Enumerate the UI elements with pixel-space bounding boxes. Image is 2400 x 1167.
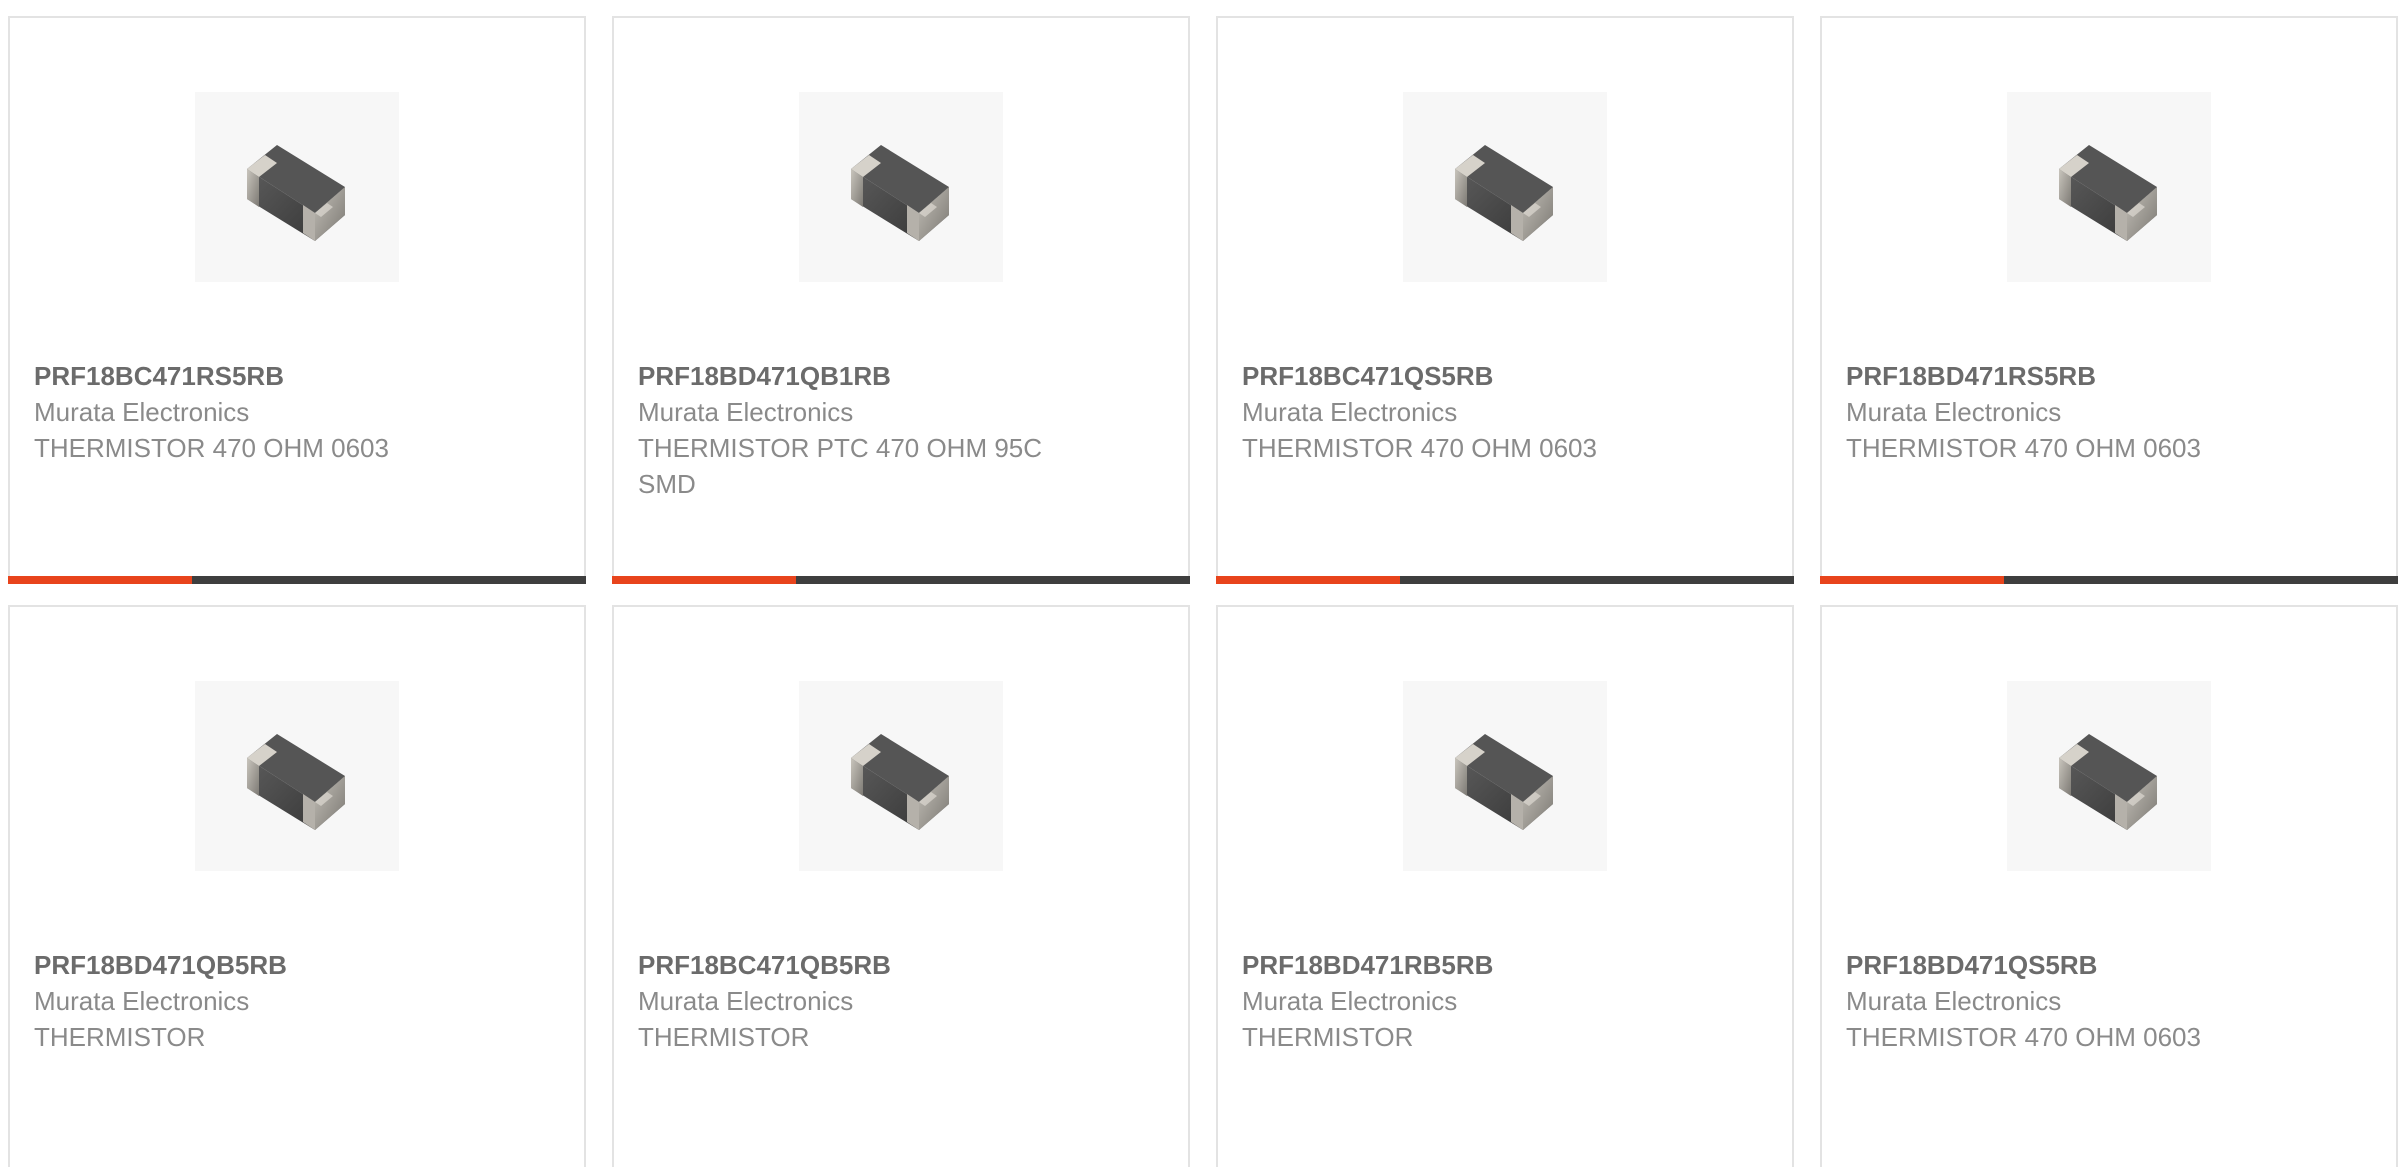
description-text: THERMISTOR	[1242, 1022, 1414, 1052]
product-info: PRF18BC471RS5RB Murata Electronics THERM…	[34, 358, 464, 466]
part-number-link[interactable]: PRF18BC471RS5RB	[34, 358, 464, 394]
part-number-link[interactable]: PRF18BD471QB5RB	[34, 947, 464, 983]
product-card[interactable]: PRF18BC471QS5RB Murata Electronics THERM…	[1216, 16, 1794, 584]
card-accent-bar	[1216, 576, 1400, 584]
product-card[interactable]: PRF18BD471QB5RB Murata Electronics THERM…	[8, 605, 586, 1167]
smd-chip-thermistor-icon	[247, 734, 345, 830]
smd-chip-thermistor-icon	[1455, 145, 1553, 241]
part-number-link[interactable]: PRF18BD471RS5RB	[1846, 358, 2276, 394]
smd-chip-thermistor-icon	[2059, 145, 2157, 241]
product-image[interactable]	[1403, 92, 1607, 282]
part-number-link[interactable]: PRF18BD471RB5RB	[1242, 947, 1672, 983]
description-text: THERMISTOR PTC 470 OHM 95C SMD	[638, 433, 1043, 499]
card-accent-bar	[612, 576, 796, 584]
manufacturer-text: Murata Electronics	[1846, 397, 2062, 427]
smd-chip-thermistor-icon	[247, 145, 345, 241]
product-card[interactable]: PRF18BC471QB5RB Murata Electronics THERM…	[612, 605, 1190, 1167]
product-card[interactable]: PRF18BD471QS5RB Murata Electronics THERM…	[1820, 605, 2398, 1167]
product-image[interactable]	[195, 92, 399, 282]
product-info: PRF18BD471RB5RB Murata Electronics THERM…	[1242, 947, 1672, 1055]
card-footer-bar	[1820, 576, 2398, 584]
product-image[interactable]	[2007, 92, 2211, 282]
product-info: PRF18BD471QB1RB Murata Electronics THERM…	[638, 358, 1068, 502]
card-accent-bar	[8, 576, 192, 584]
smd-chip-thermistor-icon	[2059, 734, 2157, 830]
part-number-link[interactable]: PRF18BC471QS5RB	[1242, 358, 1672, 394]
manufacturer-text: Murata Electronics	[34, 397, 250, 427]
card-footer-bar	[612, 576, 1190, 584]
card-footer-bar	[8, 576, 586, 584]
manufacturer-text: Murata Electronics	[1242, 397, 1458, 427]
smd-chip-thermistor-icon	[851, 145, 949, 241]
card-accent-bar	[1820, 576, 2004, 584]
product-image[interactable]	[799, 681, 1003, 871]
product-info: PRF18BC471QB5RB Murata Electronics THERM…	[638, 947, 1068, 1055]
manufacturer-text: Murata Electronics	[638, 397, 854, 427]
manufacturer-text: Murata Electronics	[638, 986, 854, 1016]
description-text: THERMISTOR 470 OHM 0603	[1846, 1022, 2201, 1052]
description-text: THERMISTOR	[34, 1022, 206, 1052]
product-image[interactable]	[195, 681, 399, 871]
description-text: THERMISTOR	[638, 1022, 810, 1052]
part-number-link[interactable]: PRF18BC471QB5RB	[638, 947, 1068, 983]
product-card[interactable]: PRF18BD471RS5RB Murata Electronics THERM…	[1820, 16, 2398, 584]
smd-chip-thermistor-icon	[1455, 734, 1553, 830]
product-info: PRF18BD471QS5RB Murata Electronics THERM…	[1846, 947, 2276, 1055]
smd-chip-thermistor-icon	[851, 734, 949, 830]
manufacturer-text: Murata Electronics	[1846, 986, 2062, 1016]
product-image[interactable]	[799, 92, 1003, 282]
product-info: PRF18BC471QS5RB Murata Electronics THERM…	[1242, 358, 1672, 466]
manufacturer-text: Murata Electronics	[1242, 986, 1458, 1016]
product-info: PRF18BD471RS5RB Murata Electronics THERM…	[1846, 358, 2276, 466]
card-footer-bar	[1216, 576, 1794, 584]
manufacturer-text: Murata Electronics	[34, 986, 250, 1016]
description-text: THERMISTOR 470 OHM 0603	[34, 433, 389, 463]
product-grid: PRF18BC471RS5RB Murata Electronics THERM…	[8, 16, 2400, 1167]
description-text: THERMISTOR 470 OHM 0603	[1846, 433, 2201, 463]
product-image[interactable]	[1403, 681, 1607, 871]
product-info: PRF18BD471QB5RB Murata Electronics THERM…	[34, 947, 464, 1055]
part-number-link[interactable]: PRF18BD471QS5RB	[1846, 947, 2276, 983]
product-card[interactable]: PRF18BC471RS5RB Murata Electronics THERM…	[8, 16, 586, 584]
product-card[interactable]: PRF18BD471RB5RB Murata Electronics THERM…	[1216, 605, 1794, 1167]
product-image[interactable]	[2007, 681, 2211, 871]
product-card[interactable]: PRF18BD471QB1RB Murata Electronics THERM…	[612, 16, 1190, 584]
description-text: THERMISTOR 470 OHM 0603	[1242, 433, 1597, 463]
part-number-link[interactable]: PRF18BD471QB1RB	[638, 358, 1068, 394]
